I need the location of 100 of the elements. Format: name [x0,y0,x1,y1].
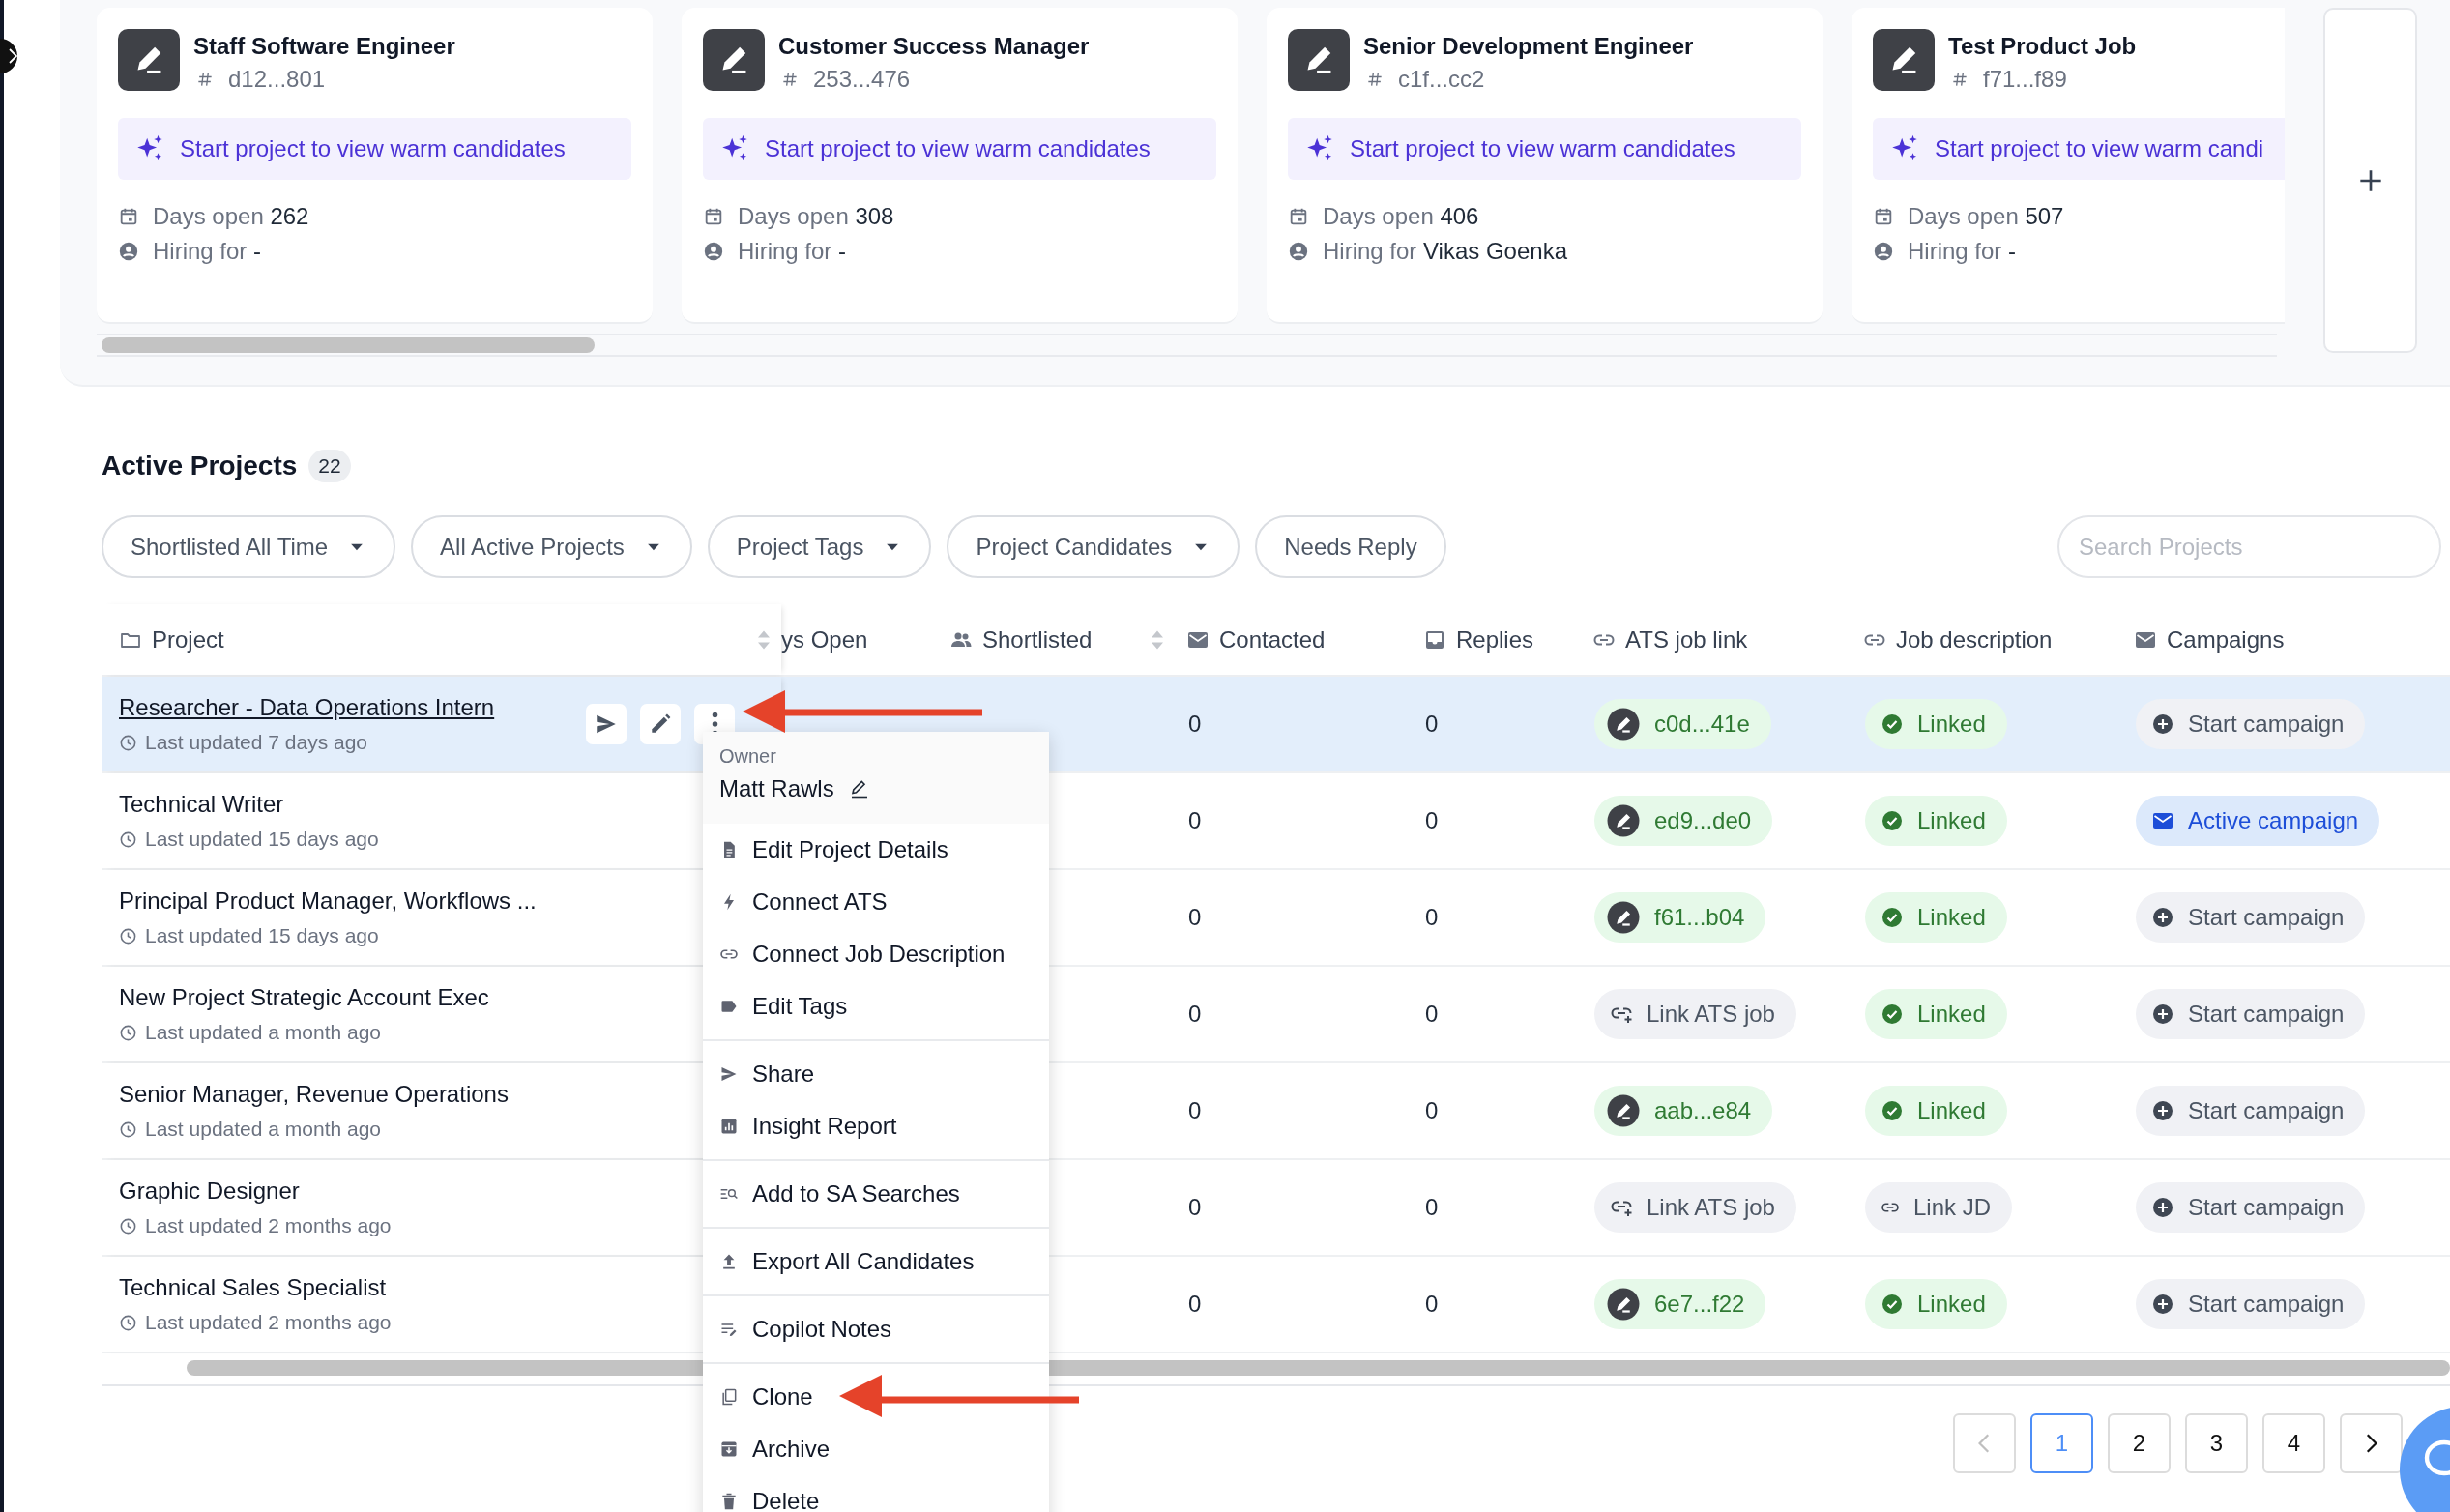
days-open-text: Days open 406 [1323,203,1479,230]
updated-text: Last updated a month ago [145,1021,382,1044]
project-link[interactable]: Principal Product Manager, Workflows ... [119,887,537,915]
pencil-icon [1606,707,1641,741]
warm-candidates-button[interactable]: Start project to view warm candidates [118,118,631,180]
job-title: Customer Success Manager [778,33,1090,60]
ats-job-chip[interactable]: ed9...de0 [1594,796,1773,846]
column-header[interactable]: Project [152,625,224,654]
pencil-icon [1873,29,1935,91]
filter-dropdown[interactable]: Shortlisted All Time [102,515,396,578]
warm-candidates-button[interactable]: Start project to view warm candi [1873,118,2286,180]
pencil-icon [1288,29,1350,91]
menu-item[interactable]: Clone [703,1371,1049,1423]
job-card[interactable]: Senior Development Engineer c1f...cc2 Start project to view warm candidates Days open 406 Hiring for Vikas Goenka [1267,8,1823,324]
sort-icon[interactable] [1152,629,1163,650]
ats-job-chip[interactable]: aab...e84 [1594,1086,1773,1136]
project-link[interactable]: Technical Sales Specialist [119,1274,392,1301]
project-link[interactable]: Graphic Designer [119,1178,392,1205]
column-header[interactable]: Campaigns [2167,625,2285,654]
menu-item[interactable]: Add to SA Searches [703,1168,1049,1220]
project-link[interactable]: Senior Manager, Revenue Operations [119,1081,509,1108]
filter-dropdown[interactable]: Project Candidates [947,515,1240,578]
hash-icon [1365,70,1385,89]
link-jd-button[interactable]: Link JD [1865,1182,2013,1233]
chevron-left-icon [1978,1434,1991,1453]
column-header[interactable]: Shortlisted [982,625,1093,654]
linked-chip[interactable]: Linked [1865,1086,2007,1136]
link-ats-button[interactable]: Link ATS job [1594,989,1796,1039]
warm-candidates-button[interactable]: Start project to view warm candidates [703,118,1216,180]
ats-job-chip[interactable]: f61...b04 [1594,892,1766,943]
job-id: d12...801 [228,66,326,93]
table-cell: 0 [1188,904,1202,931]
link-ats-button[interactable]: Link ATS job [1594,1182,1796,1233]
edit-button[interactable] [640,704,681,744]
search-field[interactable]: Search Projects [2057,515,2441,578]
warm-candidates-button[interactable]: Start project to view warm candidates [1288,118,1801,180]
plus-icon [2151,712,2174,736]
updated-text: Last updated 15 days ago [145,924,379,947]
column-header[interactable]: Job description [1896,625,2053,654]
linked-chip[interactable]: Linked [1865,892,2007,943]
calendar-icon [1873,206,1894,227]
send-button[interactable] [586,704,627,744]
menu-item[interactable]: Archive [703,1423,1049,1475]
menu-item[interactable]: Edit Tags [703,980,1049,1032]
menu-item[interactable]: Connect ATS [703,876,1049,928]
table-cell: 0 [1188,1194,1202,1221]
project-link[interactable]: Researcher - Data Operations Intern [119,694,495,721]
menu-item[interactable]: Edit Project Details [703,824,1049,876]
menu-item[interactable]: Connect Job Description [703,928,1049,980]
column-header[interactable]: ATS job link [1625,625,1748,654]
sort-icon[interactable] [758,629,770,650]
next-page-button[interactable] [2340,1413,2403,1473]
check-icon [1881,1099,1904,1122]
calendar-icon [1288,206,1309,227]
ats-job-chip[interactable]: 6e7...f22 [1594,1279,1766,1329]
plus-icon [2151,906,2174,929]
page-button[interactable]: 4 [2262,1413,2325,1473]
start-campaign-button[interactable]: Start campaign [2136,989,2366,1039]
start-campaign-button[interactable]: Start campaign [2136,1182,2366,1233]
clock-icon [119,1023,137,1042]
table-cell: 0 [1188,1097,1202,1124]
project-link[interactable]: Technical Writer [119,791,379,818]
start-campaign-button[interactable]: Start campaign [2136,892,2366,943]
ats-job-chip[interactable]: c0d...41e [1594,699,1771,749]
filter-dropdown[interactable]: Project Tags [707,515,932,578]
job-card[interactable]: Test Product Job f71...f89 Start project to view warm candi Days open 507 Hiring for - [1852,8,2286,324]
column-header[interactable]: ys Open [781,625,868,654]
job-card[interactable]: Staff Software Engineer d12...801 Start project to view warm candidates Days open 262 Hiring for - [97,8,653,324]
start-campaign-button[interactable]: Start campaign [2136,1086,2366,1136]
menu-item[interactable]: Share [703,1048,1049,1100]
project-link[interactable]: New Project Strategic Account Exec [119,984,489,1011]
page-button[interactable]: 3 [2185,1413,2248,1473]
menu-item[interactable]: Copilot Notes [703,1303,1049,1355]
clock-icon [119,1119,137,1139]
linked-chip[interactable]: Linked [1865,989,2007,1039]
column-header[interactable]: Contacted [1219,625,1326,654]
hash-icon [195,70,215,89]
column-header[interactable]: Replies [1456,625,1534,654]
start-campaign-button[interactable]: Start campaign [2136,1279,2366,1329]
menu-item[interactable]: Delete [703,1475,1049,1512]
table-cell: 0 [1425,1097,1439,1124]
linked-chip[interactable]: Linked [1865,699,2007,749]
check-icon [1881,906,1904,929]
calendar-icon [703,206,724,227]
job-id: 253...476 [813,66,911,93]
job-card[interactable]: Customer Success Manager 253...476 Start project to view warm candidates Days open 308 Hiring for - [682,8,1238,324]
filter-dropdown[interactable]: All Active Projects [411,515,692,578]
clock-icon [119,926,137,945]
scrollbar-thumb[interactable] [102,337,595,353]
linked-chip[interactable]: Linked [1865,796,2007,846]
plus-icon [2151,1099,2174,1122]
menu-item[interactable]: Insight Report [703,1100,1049,1152]
page-button[interactable]: 2 [2108,1413,2171,1473]
start-campaign-button[interactable]: Start campaign [2136,699,2366,749]
filter-toggle[interactable]: Needs Reply [1255,515,1446,578]
active-campaign-button[interactable]: Active campaign [2136,796,2380,846]
table-cell: 0 [1188,1291,1202,1318]
linked-chip[interactable]: Linked [1865,1279,2007,1329]
pencil-icon [1606,900,1641,935]
menu-item[interactable]: Export All Candidates [703,1236,1049,1288]
